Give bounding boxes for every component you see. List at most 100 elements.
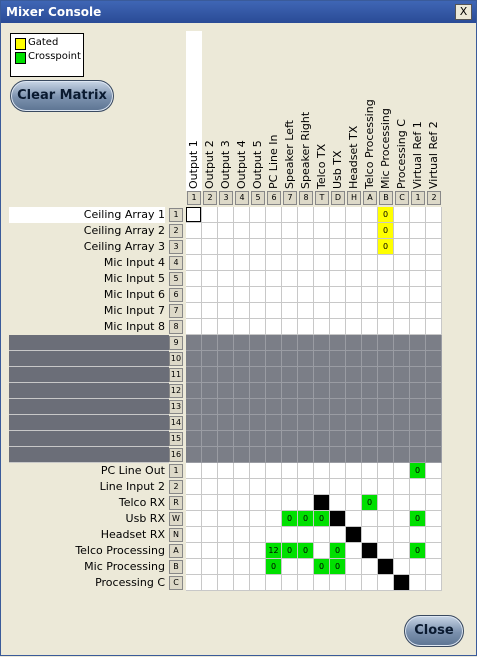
column-label[interactable]: Speaker Left (283, 120, 297, 189)
crosspoint-cell[interactable] (362, 319, 378, 335)
crosspoint-cell[interactable]: 0 (298, 543, 314, 559)
column-number[interactable]: 3 (219, 191, 233, 205)
crosspoint-cell[interactable] (250, 319, 266, 335)
crosspoint-cell[interactable] (378, 319, 394, 335)
crosspoint-cell[interactable] (314, 495, 330, 511)
crosspoint-cell[interactable] (314, 463, 330, 479)
crosspoint-cell[interactable] (314, 207, 330, 223)
crosspoint-cell[interactable] (346, 223, 362, 239)
crosspoint-cell[interactable] (218, 239, 234, 255)
crosspoint-cell[interactable] (250, 271, 266, 287)
crosspoint-cell[interactable]: 0 (410, 543, 426, 559)
crosspoint-cell[interactable] (346, 543, 362, 559)
crosspoint-cell[interactable] (426, 479, 442, 495)
crosspoint-cell[interactable] (378, 303, 394, 319)
crosspoint-cell[interactable] (282, 495, 298, 511)
crosspoint-cell[interactable] (186, 303, 202, 319)
crosspoint-cell[interactable] (298, 319, 314, 335)
crosspoint-cell[interactable] (282, 287, 298, 303)
crosspoint-cell[interactable] (266, 303, 282, 319)
crosspoint-cell[interactable] (426, 239, 442, 255)
crosspoint-cell[interactable] (426, 207, 442, 223)
column-number[interactable]: A (363, 191, 377, 205)
column-number[interactable]: C (395, 191, 409, 205)
crosspoint-cell[interactable] (362, 479, 378, 495)
crosspoint-cell[interactable] (250, 527, 266, 543)
row-label[interactable]: Mic Input 7 (9, 303, 165, 319)
crosspoint-cell[interactable] (410, 287, 426, 303)
crosspoint-cell[interactable] (362, 559, 378, 575)
crosspoint-cell[interactable] (362, 207, 378, 223)
crosspoint-cell[interactable] (202, 207, 218, 223)
crosspoint-cell[interactable] (250, 303, 266, 319)
crosspoint-cell[interactable] (250, 511, 266, 527)
crosspoint-cell[interactable] (314, 303, 330, 319)
crosspoint-cell[interactable] (410, 479, 426, 495)
crosspoint-cell[interactable] (394, 319, 410, 335)
crosspoint-cell[interactable] (234, 559, 250, 575)
crosspoint-cell[interactable] (330, 239, 346, 255)
crosspoint-cell[interactable] (282, 575, 298, 591)
crosspoint-cell[interactable] (346, 303, 362, 319)
crosspoint-cell[interactable] (298, 463, 314, 479)
crosspoint-cell[interactable] (378, 559, 394, 575)
crosspoint-cell[interactable] (426, 495, 442, 511)
crosspoint-cell[interactable] (202, 287, 218, 303)
crosspoint-cell[interactable] (186, 575, 202, 591)
crosspoint-cell[interactable] (346, 287, 362, 303)
column-number[interactable]: 2 (203, 191, 217, 205)
crosspoint-cell[interactable] (378, 255, 394, 271)
crosspoint-cell[interactable] (186, 223, 202, 239)
crosspoint-cell[interactable] (250, 463, 266, 479)
row-number[interactable]: 7 (169, 304, 183, 318)
row-label[interactable]: Mic Input 6 (9, 287, 165, 303)
column-label[interactable]: Output 4 (235, 140, 249, 189)
crosspoint-cell[interactable] (234, 287, 250, 303)
crosspoint-cell[interactable] (234, 255, 250, 271)
column-number[interactable]: B (379, 191, 393, 205)
crosspoint-cell[interactable] (426, 255, 442, 271)
crosspoint-cell[interactable] (378, 527, 394, 543)
crosspoint-cell[interactable] (394, 511, 410, 527)
crosspoint-cell[interactable] (362, 239, 378, 255)
crosspoint-cell[interactable] (346, 511, 362, 527)
crosspoint-cell[interactable] (394, 287, 410, 303)
crosspoint-cell[interactable]: 0 (378, 207, 394, 223)
column-label[interactable]: Telco TX (315, 144, 329, 189)
crosspoint-cell[interactable] (346, 479, 362, 495)
crosspoint-cell[interactable] (314, 287, 330, 303)
row-number[interactable]: 9 (169, 336, 183, 350)
row-label[interactable]: Mic Input 8 (9, 319, 165, 335)
crosspoint-cell[interactable] (186, 319, 202, 335)
crosspoint-cell[interactable] (298, 559, 314, 575)
crosspoint-cell[interactable] (218, 527, 234, 543)
crosspoint-cell[interactable] (234, 239, 250, 255)
crosspoint-cell[interactable] (346, 255, 362, 271)
column-number[interactable]: H (347, 191, 361, 205)
crosspoint-cell[interactable] (330, 575, 346, 591)
crosspoint-cell[interactable] (202, 479, 218, 495)
row-number[interactable]: N (169, 528, 183, 542)
crosspoint-cell[interactable] (330, 303, 346, 319)
crosspoint-cell[interactable] (394, 271, 410, 287)
crosspoint-cell[interactable] (346, 239, 362, 255)
row-label[interactable]: Ceiling Array 3 (9, 239, 165, 255)
crosspoint-cell[interactable] (218, 511, 234, 527)
crosspoint-cell[interactable] (202, 575, 218, 591)
crosspoint-cell[interactable] (410, 303, 426, 319)
crosspoint-cell[interactable] (394, 559, 410, 575)
crosspoint-cell[interactable] (298, 223, 314, 239)
crosspoint-cell[interactable] (218, 223, 234, 239)
crosspoint-cell[interactable] (362, 575, 378, 591)
column-number[interactable]: 6 (267, 191, 281, 205)
crosspoint-cell[interactable] (426, 287, 442, 303)
column-label[interactable]: Telco Processing (363, 99, 377, 189)
crosspoint-cell[interactable] (394, 223, 410, 239)
crosspoint-cell[interactable] (250, 287, 266, 303)
crosspoint-cell[interactable] (282, 319, 298, 335)
crosspoint-cell[interactable] (234, 543, 250, 559)
crosspoint-cell[interactable] (202, 559, 218, 575)
crosspoint-cell[interactable] (330, 223, 346, 239)
row-label[interactable]: Mic Input 4 (9, 255, 165, 271)
crosspoint-cell[interactable] (218, 463, 234, 479)
